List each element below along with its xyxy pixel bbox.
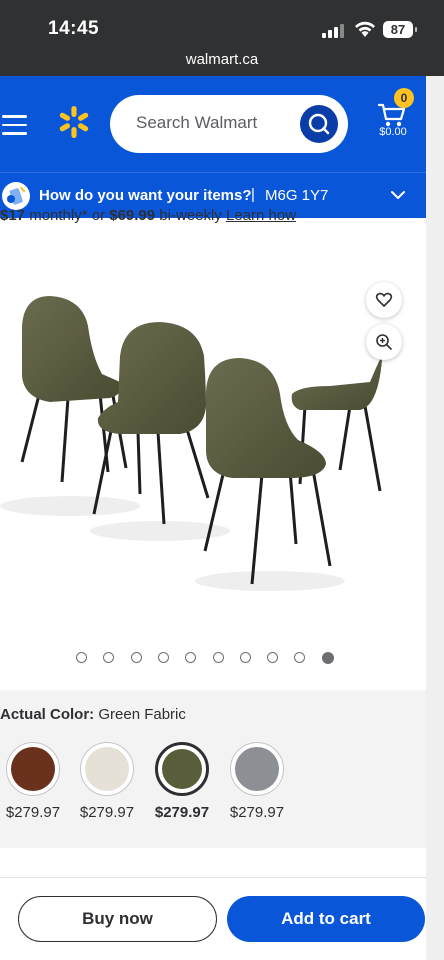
zoom-in-icon — [376, 334, 392, 350]
cart-count-badge: 0 — [394, 88, 414, 108]
color-swatch-fill — [235, 747, 279, 791]
color-swatch-fill — [11, 747, 55, 791]
battery-level: 87 — [390, 22, 406, 37]
search-placeholder: Search Walmart — [136, 113, 258, 132]
divider — [0, 877, 426, 878]
cart-button[interactable]: 0 $0.00 — [374, 88, 414, 156]
gallery-dot[interactable] — [321, 652, 334, 664]
hamburger-menu-icon[interactable] — [2, 115, 27, 135]
cart-total: $0.00 — [379, 126, 407, 138]
color-swatch[interactable] — [230, 742, 284, 796]
cellular-signal-icon — [322, 24, 344, 38]
gallery-dot[interactable] — [76, 652, 87, 663]
color-option-price: $279.97 — [229, 804, 285, 821]
color-selector: Actual Color: Green Fabric $279.97 $279.9… — [0, 690, 426, 848]
color-swatch[interactable] — [6, 742, 60, 796]
add-to-cart-button[interactable]: Add to cart — [227, 896, 425, 942]
site-header: Search Walmart 0 $0.00 — [0, 76, 426, 172]
color-option-price: $279.97 — [154, 804, 210, 821]
buy-now-button[interactable]: Buy now — [18, 896, 217, 942]
wifi-icon — [355, 21, 375, 37]
gallery-dot[interactable] — [130, 652, 142, 663]
status-time: 14:45 — [48, 18, 100, 39]
postal-code: M6G 1Y7 — [265, 187, 329, 204]
monthly-amount: $17 — [0, 207, 26, 224]
color-swatch[interactable] — [155, 742, 209, 796]
color-option-price: $279.97 — [79, 804, 135, 821]
fulfillment-separator: | — [251, 186, 255, 203]
search-input[interactable]: Search Walmart — [110, 95, 348, 153]
chevron-down-icon — [391, 191, 405, 199]
product-image-chairs[interactable] — [0, 226, 426, 626]
gallery-dot[interactable] — [294, 652, 306, 663]
gallery-dot[interactable] — [212, 652, 224, 663]
search-button[interactable] — [300, 105, 338, 143]
gallery-dot[interactable] — [267, 652, 279, 663]
color-label-key: Actual Color: — [0, 706, 95, 723]
learn-how-link[interactable]: Learn how — [226, 207, 296, 224]
weekly-amount: $69.99 — [109, 207, 156, 224]
financing-text: $17 monthly* or $69.99 bi-weekly Learn h… — [0, 206, 426, 224]
color-swatch[interactable] — [80, 742, 134, 796]
color-selected-value: Green Fabric — [98, 706, 186, 723]
gallery-dot[interactable] — [103, 652, 115, 663]
walmart-spark-logo[interactable] — [56, 104, 92, 140]
url-text: walmart.ca — [185, 51, 259, 68]
gallery-dot[interactable] — [157, 652, 169, 663]
zoom-button[interactable] — [366, 324, 402, 360]
gallery-dot[interactable] — [239, 652, 251, 663]
color-option-price: $279.97 — [5, 804, 61, 821]
scrollbar-track — [426, 76, 444, 960]
search-icon — [308, 113, 330, 135]
gallery-dot[interactable] — [185, 652, 197, 663]
status-bar: 14:45 87 — [0, 0, 444, 48]
favorite-button[interactable] — [366, 282, 402, 318]
monthly-text: monthly* or — [25, 207, 110, 224]
product-image-gallery[interactable] — [0, 226, 426, 666]
color-swatch-fill — [162, 749, 202, 789]
fulfillment-question: How do you want your items? — [39, 187, 252, 204]
color-label: Actual Color: Green Fabric — [0, 706, 186, 723]
heart-icon — [375, 292, 393, 307]
color-swatch-fill — [85, 747, 129, 791]
weekly-text: bi-weekly — [155, 207, 226, 224]
battery-icon: 87 — [383, 21, 417, 38]
browser-url-bar[interactable]: walmart.ca — [0, 48, 444, 76]
